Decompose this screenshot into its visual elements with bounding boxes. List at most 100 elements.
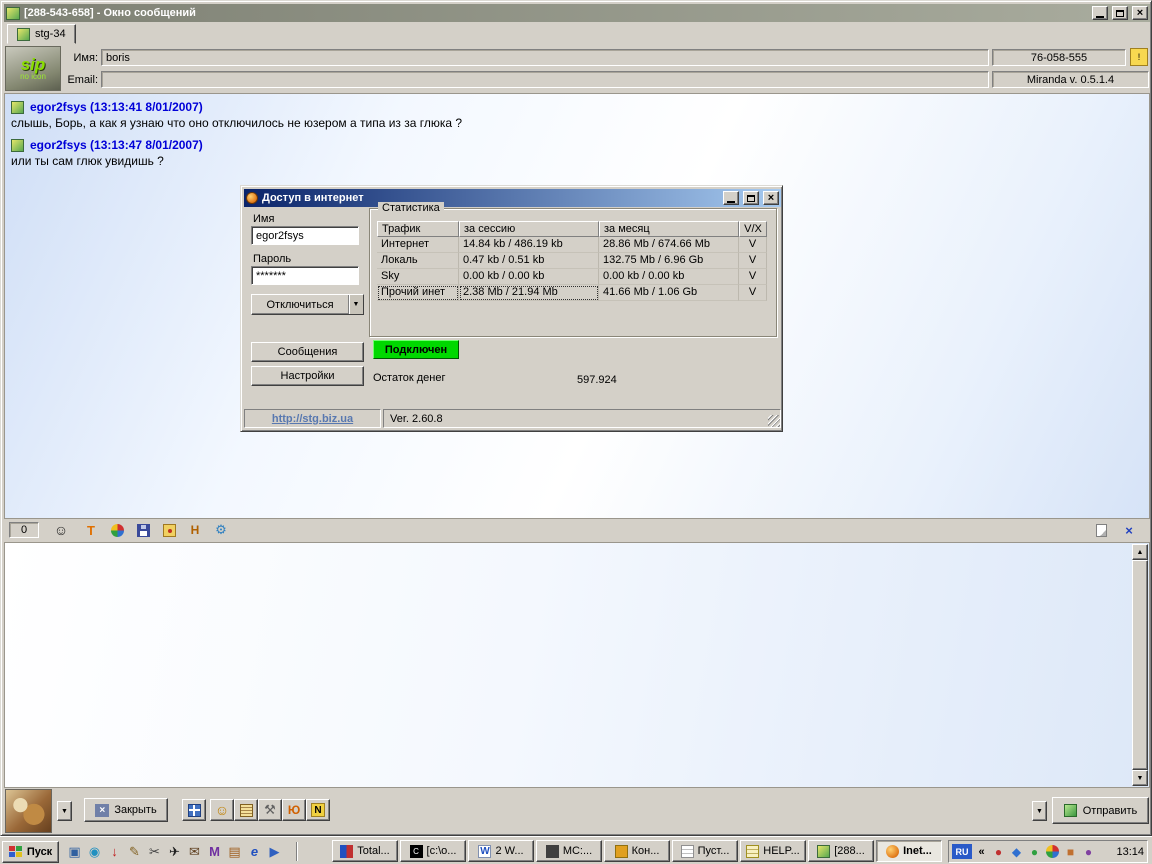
taskbar-window-mc[interactable]: МС:...	[536, 840, 602, 862]
dialog-close-button[interactable]: ×	[763, 191, 779, 205]
col-header[interactable]: Трафик	[377, 221, 459, 237]
col-header[interactable]: V/X	[739, 221, 767, 237]
notes-button[interactable]	[234, 799, 258, 821]
tools-button[interactable]: ⚒	[258, 799, 282, 821]
taskbar-window-288[interactable]: [288...	[808, 840, 874, 862]
table-cell[interactable]: Локаль	[377, 253, 459, 269]
close-panel-button[interactable]: ×	[1120, 521, 1138, 539]
scroll-down-button[interactable]: ▼	[1132, 770, 1148, 786]
task-label: 2 W...	[495, 845, 523, 857]
disconnect-button[interactable]: Отключиться ▼	[251, 294, 364, 315]
table-cell[interactable]: 0.47 kb / 0.51 kb	[459, 253, 599, 269]
restore-button[interactable]	[1112, 6, 1128, 20]
save-log-button[interactable]	[134, 521, 152, 539]
dialog-maximize-button[interactable]	[743, 191, 759, 205]
password-field[interactable]	[251, 266, 359, 285]
start-button[interactable]: Пуск	[2, 841, 59, 863]
media-player-icon[interactable]: ▶	[266, 843, 283, 860]
table-cell[interactable]: 41.66 Mb / 1.06 Gb	[599, 285, 739, 301]
settings-button[interactable]: Настройки	[251, 366, 364, 386]
task-label: HELP...	[763, 845, 800, 857]
char-counter: 0	[9, 522, 39, 538]
history-button[interactable]: H	[186, 521, 204, 539]
tray-icon-red[interactable]: ●	[991, 844, 1006, 859]
scroll-thumb[interactable]	[1132, 560, 1148, 770]
table-cell[interactable]: 0.00 kb / 0.00 kb	[459, 269, 599, 285]
name-field[interactable]	[101, 49, 989, 66]
start-label: Пуск	[27, 846, 52, 858]
login-field[interactable]	[251, 226, 359, 245]
color-button[interactable]	[108, 521, 126, 539]
message-input[interactable]	[6, 544, 1131, 786]
send-menu-button[interactable]: ▼	[1032, 801, 1047, 821]
tray-icon-blue[interactable]: ◆	[1009, 844, 1024, 859]
taskbar-window-inet[interactable]: Inet...	[876, 840, 942, 862]
plane-icon[interactable]: ✈	[166, 843, 183, 860]
send-button[interactable]: Отправить	[1052, 797, 1149, 824]
split-view-button[interactable]	[182, 799, 206, 821]
taskbar-window-word-group[interactable]: W 2 W...	[468, 840, 534, 862]
stg-link[interactable]: http://stg.biz.ua	[272, 413, 353, 425]
table-cell[interactable]: 14.84 kb / 486.19 kb	[459, 237, 599, 253]
table-cell[interactable]: V	[739, 269, 767, 285]
smiley-button[interactable]: ☺	[52, 521, 70, 539]
archive-icon[interactable]: ▤	[226, 843, 243, 860]
resize-grip[interactable]	[768, 415, 780, 427]
minimize-button[interactable]	[1092, 6, 1108, 20]
extras-button[interactable]: ⚙	[212, 521, 230, 539]
news-button[interactable]: N	[306, 799, 330, 821]
table-cell-selected[interactable]: 2.38 Mb / 21.94 Mb	[459, 285, 599, 301]
miranda-icon[interactable]: M	[206, 843, 223, 860]
tray-icon-purple[interactable]: ●	[1081, 844, 1096, 859]
font-button[interactable]: T	[82, 521, 100, 539]
emotes-button[interactable]: ☺	[210, 799, 234, 821]
translit-button[interactable]: Ю	[282, 799, 306, 821]
tray-expand-button[interactable]: «	[975, 844, 988, 859]
disconnect-menu-arrow[interactable]: ▼	[348, 295, 363, 314]
table-cell[interactable]: 28.86 Mb / 674.66 Mb	[599, 237, 739, 253]
taskbar-window-kon[interactable]: Кон...	[604, 840, 670, 862]
dialog-minimize-button[interactable]	[723, 191, 739, 205]
col-header[interactable]: за сессию	[459, 221, 599, 237]
taskbar-window-pust[interactable]: Пуст...	[672, 840, 738, 862]
table-cell[interactable]: V	[739, 237, 767, 253]
email-field[interactable]	[101, 71, 989, 88]
language-indicator[interactable]: RU	[952, 844, 972, 859]
tab-stg-34[interactable]: stg-34	[7, 24, 76, 44]
download-icon[interactable]: ↓	[106, 843, 123, 860]
clock[interactable]: 13:14	[1116, 846, 1144, 858]
xstatus-icon[interactable]: !	[1130, 48, 1148, 66]
pen-icon[interactable]: ✎	[126, 843, 143, 860]
avatar-menu-button[interactable]: ▼	[57, 801, 72, 821]
table-cell-selected[interactable]: Прочий инет	[377, 285, 459, 301]
table-cell[interactable]: Sky	[377, 269, 459, 285]
table-cell[interactable]: Интернет	[377, 237, 459, 253]
table-cell[interactable]: V	[739, 253, 767, 269]
compose-scrollbar[interactable]: ▲ ▼	[1132, 544, 1148, 786]
plane-glyph: ✈	[169, 845, 180, 858]
taskbar-window-total[interactable]: Total...	[332, 840, 398, 862]
taskbar-window-console[interactable]: C [c:\o...	[400, 840, 466, 862]
table-cell[interactable]: 0.00 kb / 0.00 kb	[599, 269, 739, 285]
disk-icon[interactable]: ▣	[66, 843, 83, 860]
grid-icon	[188, 804, 201, 817]
globe-icon[interactable]: ◉	[86, 843, 103, 860]
image-button[interactable]	[160, 521, 178, 539]
close-chat-button[interactable]: × Закрыть	[84, 798, 168, 822]
tray-icon-orange[interactable]: ■	[1063, 844, 1078, 859]
taskbar-window-help[interactable]: HELP...	[740, 840, 806, 862]
table-cell[interactable]: 132.75 Mb / 6.96 Gb	[599, 253, 739, 269]
cut-icon[interactable]: ✂	[146, 843, 163, 860]
mail-icon[interactable]: ✉	[186, 843, 203, 860]
tray-icon-green[interactable]: ●	[1027, 844, 1042, 859]
table-cell[interactable]: V	[739, 285, 767, 301]
tray-icon-pinwheel[interactable]	[1045, 844, 1060, 859]
close-button[interactable]: ×	[1132, 6, 1148, 20]
new-note-button[interactable]	[1092, 521, 1110, 539]
dialog-titlebar[interactable]: Доступ в интернет ×	[244, 189, 781, 207]
ie-icon[interactable]: e	[246, 843, 263, 860]
scroll-up-button[interactable]: ▲	[1132, 544, 1148, 560]
col-header[interactable]: за месяц	[599, 221, 739, 237]
titlebar[interactable]: [288-543-658] - Окно сообщений ×	[4, 4, 1150, 22]
messages-button[interactable]: Сообщения	[251, 342, 364, 362]
